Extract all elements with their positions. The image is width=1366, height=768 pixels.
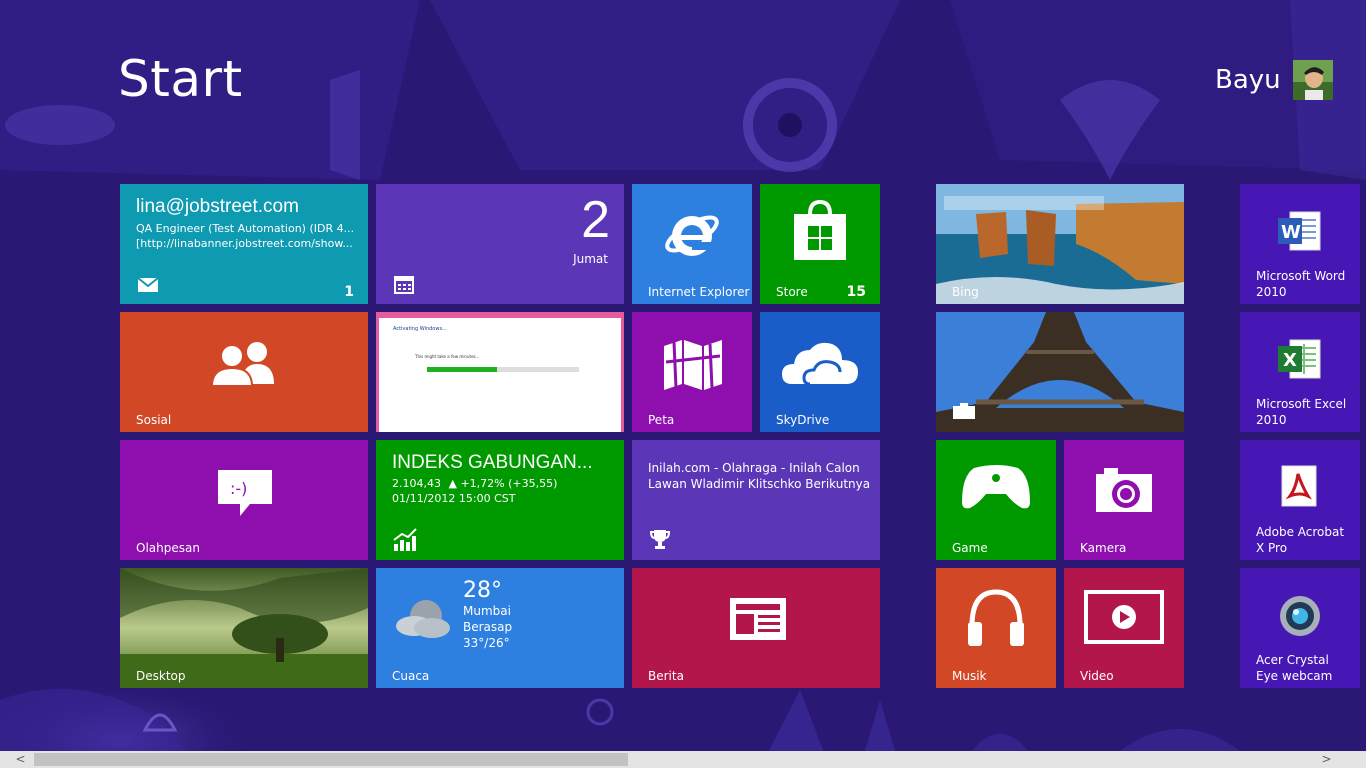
- excel-tile[interactable]: X Microsoft Excel 2010: [1240, 312, 1360, 432]
- desktop-tile[interactable]: Desktop: [120, 568, 368, 688]
- mail-preview: [http://linabanner.jobstreet.com/show...: [136, 237, 353, 250]
- word-icon: W: [1278, 211, 1321, 251]
- people-label: Sosial: [136, 413, 172, 427]
- horizontal-scrollbar[interactable]: < >: [0, 751, 1366, 768]
- acrobat-icon: [1281, 465, 1317, 507]
- excel-icon: X: [1278, 339, 1321, 379]
- camera-icon: [1096, 468, 1152, 512]
- mail-badge: 1: [344, 284, 354, 300]
- svg-text:W: W: [1281, 222, 1301, 243]
- weather-range: 33°/26°: [463, 636, 510, 650]
- finance-value-line: 2.104,43 ▲ +1,72% (+35,55): [392, 476, 557, 491]
- video-label: Video: [1080, 669, 1114, 683]
- music-tile[interactable]: Musik: [936, 568, 1056, 688]
- news-label: Berita: [648, 669, 684, 683]
- scroll-thumb[interactable]: [34, 753, 628, 766]
- acrobat-tile[interactable]: Adobe Acrobat X Pro: [1240, 440, 1360, 560]
- activation-window: Activating Windows... This might take a …: [379, 318, 621, 432]
- music-label: Musik: [952, 669, 987, 683]
- weather-tile[interactable]: 28° Mumbai Berasap 33°/26° Cuaca: [376, 568, 624, 688]
- internet-explorer-icon: [665, 215, 719, 256]
- bing-tile[interactable]: Bing: [936, 184, 1184, 304]
- webcam-label: Acer Crystal Eye webcam: [1256, 653, 1333, 683]
- scroll-right-button[interactable]: >: [1318, 751, 1335, 768]
- finance-value: 2.104,43: [392, 477, 441, 490]
- maps-icon: [664, 340, 722, 390]
- messaging-icon: :-): [218, 470, 272, 516]
- weather-city: Mumbai: [463, 604, 511, 618]
- calendar-tile[interactable]: 2 Jumat: [376, 184, 624, 304]
- xbox-controller-icon: [962, 465, 1030, 509]
- skydrive-label: SkyDrive: [776, 413, 830, 427]
- activation-message: This might take a few minutes...: [415, 354, 480, 359]
- people-tile[interactable]: Sosial: [120, 312, 368, 432]
- photos-icon: [953, 403, 975, 419]
- messaging-tile[interactable]: :-) Olahpesan: [120, 440, 368, 560]
- internet-explorer-label: Internet Explorer: [648, 285, 750, 299]
- store-label: Store: [776, 285, 808, 299]
- skydrive-icon: [782, 342, 858, 386]
- news-tile[interactable]: Berita: [632, 568, 880, 688]
- mail-sender: lina@jobstreet.com: [136, 196, 299, 217]
- camera-label: Kamera: [1080, 541, 1127, 555]
- webcam-tile[interactable]: Acer Crystal Eye webcam: [1240, 568, 1360, 688]
- mail-icon: [137, 277, 159, 292]
- mail-subject: QA Engineer (Test Automation) (IDR 4...: [136, 222, 355, 235]
- finance-title: INDEKS GABUNGAN...: [392, 452, 593, 473]
- user-account[interactable]: Bayu: [1215, 60, 1333, 100]
- store-badge: 15: [846, 284, 866, 300]
- calendar-day: 2: [581, 191, 610, 249]
- games-label: Game: [952, 541, 988, 555]
- activation-progress: [427, 367, 579, 372]
- finance-chart-icon: [393, 528, 417, 551]
- excel-label: Microsoft Excel 2010: [1256, 397, 1347, 427]
- acrobat-label: Adobe Acrobat X Pro: [1256, 525, 1345, 555]
- bing-label: Bing: [952, 285, 979, 299]
- word-label: Microsoft Word 2010: [1256, 269, 1346, 299]
- user-name: Bayu: [1215, 65, 1281, 95]
- store-icon: [794, 200, 846, 260]
- weather-temp: 28°: [463, 578, 502, 603]
- smoke-cloud-icon: [396, 600, 450, 638]
- trophy-icon: [650, 530, 670, 549]
- news-icon: [730, 598, 786, 640]
- camera-tile[interactable]: Kamera: [1064, 440, 1184, 560]
- mail-tile[interactable]: lina@jobstreet.com QA Engineer (Test Aut…: [120, 184, 368, 304]
- finance-change: ▲ +1,72% (+35,55): [448, 477, 558, 490]
- calendar-weekday: Jumat: [573, 252, 608, 266]
- calendar-icon: [394, 276, 414, 294]
- finance-tile[interactable]: INDEKS GABUNGAN... 2.104,43 ▲ +1,72% (+3…: [376, 440, 624, 560]
- desktop-preview-tile[interactable]: Activating Windows... This might take a …: [376, 312, 624, 432]
- games-tile[interactable]: Game: [936, 440, 1056, 560]
- headphones-icon: [968, 589, 1024, 646]
- weather-condition: Berasap: [463, 620, 513, 634]
- video-tile[interactable]: Video: [1064, 568, 1184, 688]
- messaging-label: Olahpesan: [136, 541, 200, 555]
- people-icon: [210, 342, 274, 386]
- maps-label: Peta: [648, 413, 675, 427]
- avatar: [1292, 60, 1333, 100]
- skydrive-tile[interactable]: SkyDrive: [760, 312, 880, 432]
- page-title: Start: [118, 50, 243, 108]
- video-icon: [1084, 590, 1164, 644]
- weather-label: Cuaca: [392, 669, 430, 683]
- webcam-icon: [1280, 596, 1320, 636]
- svg-text::-): :-): [230, 479, 247, 498]
- svg-text:X: X: [1283, 350, 1297, 371]
- sports-tile[interactable]: Inilah.com - Olahraga - Inilah Calon Law…: [632, 440, 880, 560]
- photos-tile[interactable]: [936, 312, 1184, 432]
- desktop-label: Desktop: [136, 669, 186, 683]
- store-tile[interactable]: Store 15: [760, 184, 880, 304]
- activation-title: Activating Windows...: [393, 326, 447, 332]
- sports-headline: Inilah.com - Olahraga - Inilah Calon Law…: [648, 461, 871, 491]
- internet-explorer-tile[interactable]: Internet Explorer: [632, 184, 752, 304]
- word-tile[interactable]: W Microsoft Word 2010: [1240, 184, 1360, 304]
- maps-tile[interactable]: Peta: [632, 312, 752, 432]
- finance-datetime: 01/11/2012 15:00 CST: [392, 492, 516, 505]
- scroll-left-button[interactable]: <: [12, 751, 29, 768]
